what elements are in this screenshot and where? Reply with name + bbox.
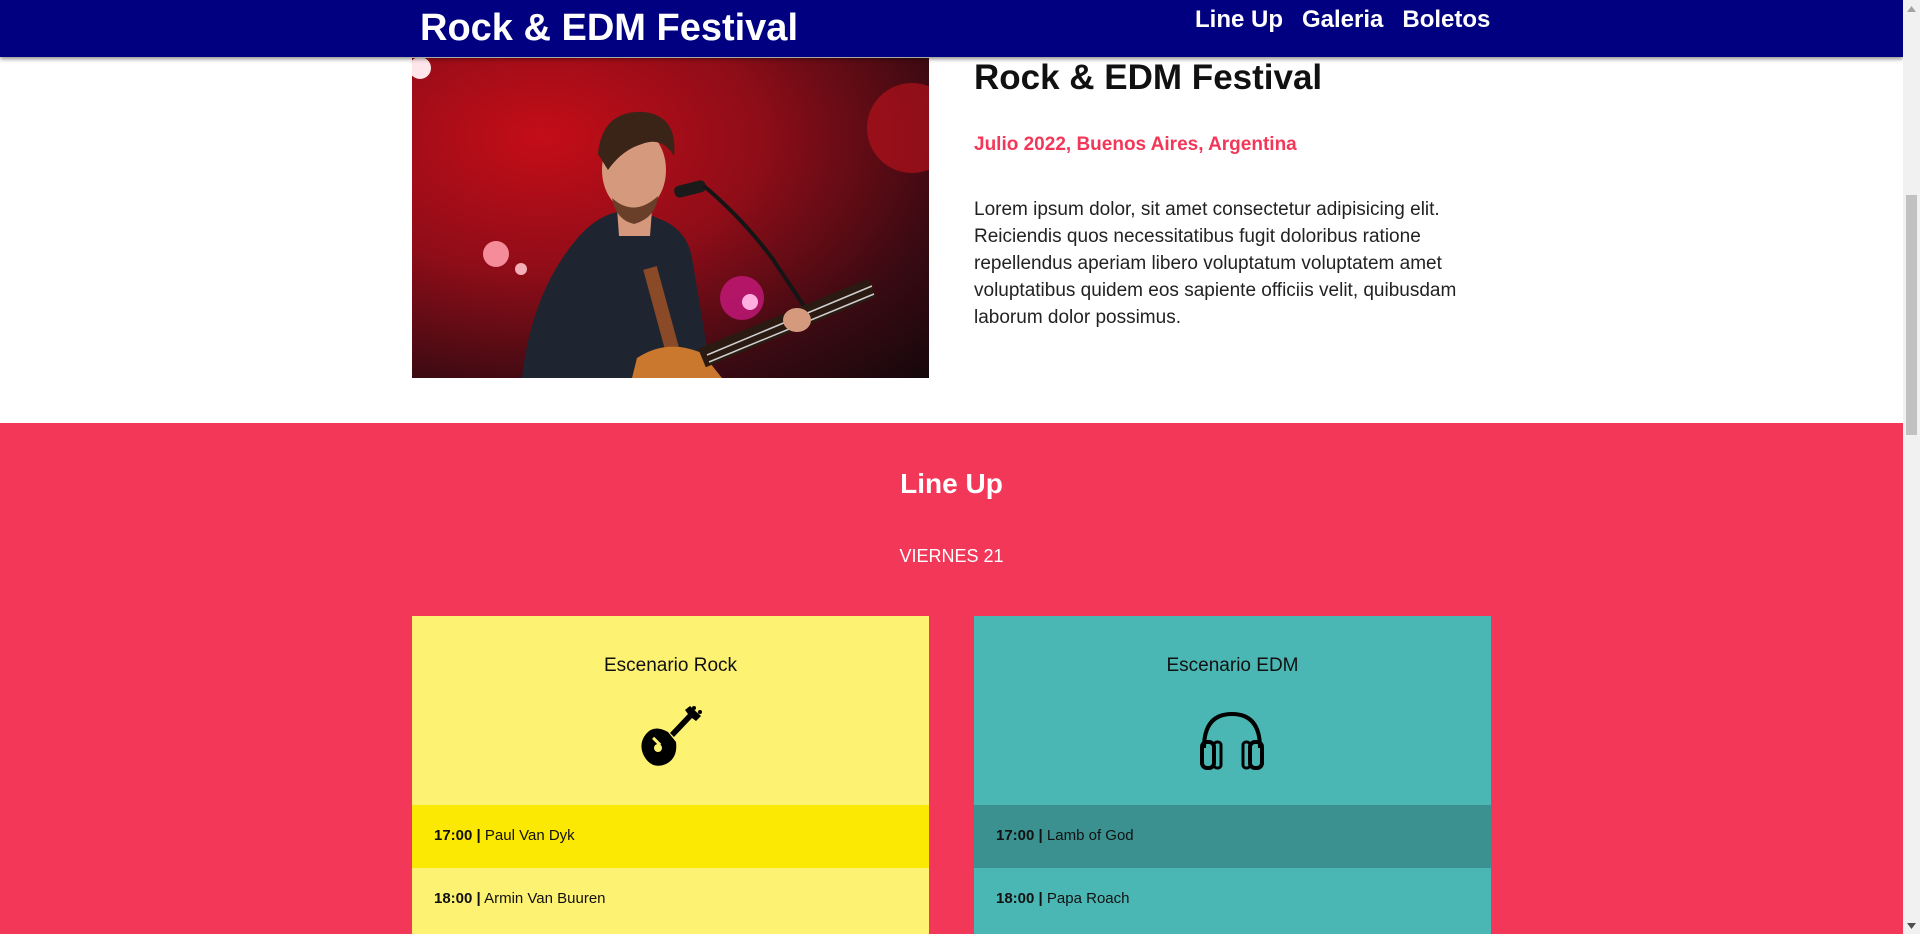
festival-description: Lorem ipsum dolor, sit amet consectetur … (974, 199, 1457, 328)
stage-name: Escenario Rock (603, 655, 738, 676)
site-header: Rock & EDM Festival Line Up Galeria Bole… (0, 0, 1903, 57)
nav-link-galeria[interactable]: Galeria (1302, 3, 1383, 37)
scrollbar-thumb[interactable] (1906, 195, 1917, 435)
stage-card-rock: Escenario Rock 17:00 | Paul Van Dyk 18:0… (412, 616, 929, 934)
lineup-section: Line Up VIERNES 21 Escenario Rock 17:00 … (0, 423, 1903, 934)
vertical-scrollbar[interactable] (1903, 0, 1920, 934)
slot-time: 17:00 | (434, 827, 481, 844)
slot-artist: Papa Roach (1046, 890, 1130, 907)
lineup-title: Line Up (900, 468, 1003, 499)
stage-name: Escenario EDM (1166, 655, 1299, 676)
site-brand[interactable]: Rock & EDM Festival (420, 3, 798, 53)
slot-time: 18:00 | (996, 890, 1043, 907)
page: Rock & EDM Festival Line Up Galeria Bole… (0, 0, 1903, 934)
slot-time: 17:00 | (996, 827, 1043, 844)
lineup-day: VIERNES 21 (899, 546, 1004, 566)
slot-artist: Paul Van Dyk (484, 827, 575, 844)
slot-artist: Armin Van Buuren (484, 890, 606, 907)
lineup-slot: 18:00 | Armin Van Buuren (412, 867, 929, 929)
lineup-slot: 18:00 | Papa Roach (974, 867, 1491, 929)
lineup-slot: 17:00 | Paul Van Dyk (412, 805, 929, 867)
scroll-up-arrow-icon[interactable] (1903, 0, 1920, 17)
headphones-icon (1200, 711, 1264, 770)
lineup-slot: 17:00 | Lamb of God (974, 805, 1491, 867)
nav-link-line-up[interactable]: Line Up (1195, 3, 1283, 37)
concert-photo (412, 58, 929, 378)
slot-artist: Lamb of God (1046, 827, 1134, 844)
main-nav: Line Up Galeria Boletos (1195, 3, 1490, 37)
singer-guitarist-illustration (412, 58, 929, 378)
scroll-down-arrow-icon[interactable] (1903, 917, 1920, 934)
festival-title: Rock & EDM Festival (974, 58, 1323, 97)
stage-card-edm: Escenario EDM 17:00 | Lamb of God 18:00 … (974, 616, 1491, 934)
nav-link-boletos[interactable]: Boletos (1402, 3, 1490, 37)
guitar-icon (641, 706, 702, 766)
festival-date-location: Julio 2022, Buenos Aires, Argentina (974, 134, 1297, 155)
slot-time: 18:00 | (434, 890, 481, 907)
